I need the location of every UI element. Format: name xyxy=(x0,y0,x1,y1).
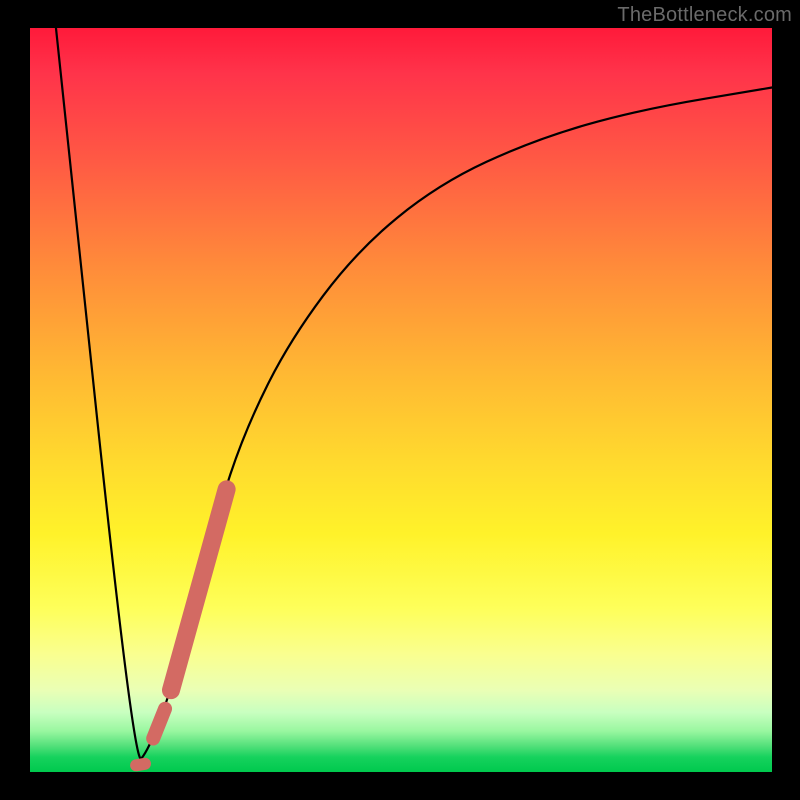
watermark-text: TheBottleneck.com xyxy=(617,4,792,27)
highlight-segment xyxy=(136,764,145,765)
highlight-segment xyxy=(171,489,227,690)
highlight-segment xyxy=(153,709,165,739)
curve-layer xyxy=(30,28,772,772)
chart-frame: TheBottleneck.com xyxy=(0,0,800,800)
highlight-segments xyxy=(136,489,227,765)
bottleneck-curve xyxy=(56,28,772,759)
